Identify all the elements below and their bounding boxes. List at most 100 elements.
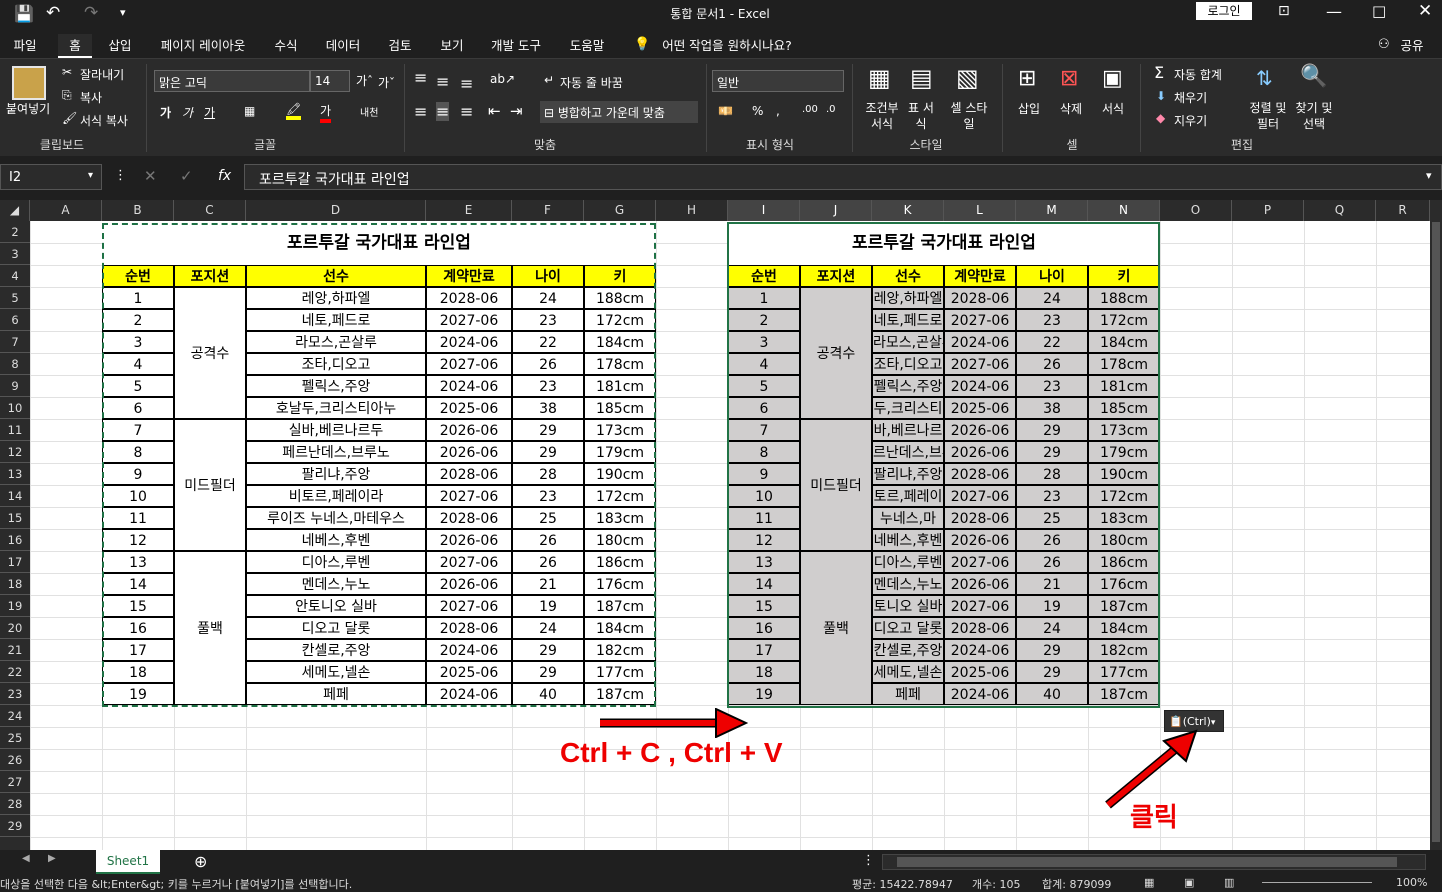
row-header[interactable]: 14 — [0, 485, 30, 507]
scroll-right-icon[interactable]: ▶ — [48, 853, 56, 864]
border-icon[interactable]: ▦ — [244, 104, 255, 118]
page-layout-view-icon[interactable]: ▣ — [1184, 876, 1194, 889]
bold-icon[interactable]: 가 — [160, 104, 171, 121]
align-center-icon[interactable]: ≡ — [436, 102, 450, 121]
row-header[interactable]: 29 — [0, 815, 30, 837]
sheet-tab[interactable]: Sheet1 — [96, 850, 160, 874]
find-select-button[interactable]: 찾기 및 선택 — [1290, 100, 1338, 132]
row-header[interactable]: 7 — [0, 331, 30, 353]
row-header[interactable]: 2 — [0, 221, 30, 243]
insert-function-icon[interactable]: fx — [218, 168, 231, 184]
row-header[interactable]: 11 — [0, 419, 30, 441]
conditional-format-button[interactable]: 조건부 서식 — [862, 100, 902, 132]
tab-developer[interactable]: 개발 도구 — [482, 34, 550, 58]
column-header[interactable]: F — [512, 200, 584, 221]
column-header[interactable]: O — [1160, 200, 1232, 221]
increase-indent-icon[interactable]: ⇥ — [510, 102, 523, 120]
tab-review[interactable]: 검토 — [380, 34, 420, 58]
tab-data[interactable]: 데이터 — [318, 34, 368, 58]
undo-icon[interactable]: ↶ — [46, 3, 60, 23]
wrap-text-button[interactable]: 자동 줄 바꿈 — [560, 74, 623, 91]
close-icon[interactable]: ✕ — [1418, 1, 1432, 21]
tell-me-search[interactable]: 어떤 작업을 원하시나요? — [652, 34, 802, 58]
login-button[interactable]: 로그인 — [1196, 2, 1252, 20]
delete-cells-button[interactable]: 삭제 — [1060, 100, 1082, 117]
decrease-font-icon[interactable]: 가ˇ — [378, 74, 395, 91]
align-right-icon[interactable]: ≡ — [460, 102, 473, 121]
enter-icon[interactable]: ✓ — [180, 167, 193, 185]
merge-center-button[interactable]: ⊟ 병합하고 가운데 맞춤 — [540, 101, 698, 123]
column-header[interactable]: R — [1376, 200, 1430, 221]
row-header[interactable]: 22 — [0, 661, 30, 683]
align-middle-icon[interactable]: ≡ — [436, 72, 449, 91]
increase-decimal-icon[interactable]: .00 — [802, 104, 818, 115]
tab-help[interactable]: 도움말 — [560, 34, 614, 58]
fill-button[interactable]: 채우기 — [1174, 89, 1207, 106]
row-header[interactable]: 18 — [0, 573, 30, 595]
font-name-select[interactable]: 맑은 고딕 — [154, 70, 310, 92]
tab-home[interactable]: 홈 — [58, 34, 92, 58]
column-header[interactable]: G — [584, 200, 656, 221]
row-header[interactable]: 27 — [0, 771, 30, 793]
column-header[interactable]: Q — [1304, 200, 1376, 221]
copy-button[interactable]: 복사 — [80, 89, 102, 106]
row-header[interactable]: 9 — [0, 375, 30, 397]
row-header[interactable]: 15 — [0, 507, 30, 529]
qat-customize-icon[interactable]: ▾ — [120, 6, 126, 19]
row-header[interactable]: 16 — [0, 529, 30, 551]
column-header[interactable]: I — [728, 200, 800, 221]
format-cells-button[interactable]: 서식 — [1102, 100, 1124, 117]
zoom-slider[interactable] — [1262, 882, 1372, 883]
ribbon-display-icon[interactable]: ⊡ — [1278, 3, 1290, 19]
row-header[interactable]: 24 — [0, 705, 30, 727]
sort-filter-button[interactable]: 정렬 및 필터 — [1246, 100, 1290, 132]
font-color-icon[interactable]: 가 — [320, 102, 332, 123]
column-header[interactable]: M — [1016, 200, 1088, 221]
cut-button[interactable]: 잘라내기 — [80, 66, 124, 83]
column-header[interactable]: P — [1232, 200, 1304, 221]
row-header[interactable]: 13 — [0, 463, 30, 485]
column-header[interactable]: L — [944, 200, 1016, 221]
select-all-corner[interactable]: ◢ — [0, 200, 30, 221]
tab-page-layout[interactable]: 페이지 레이아웃 — [150, 34, 256, 58]
align-left-icon[interactable]: ≡ — [414, 102, 427, 121]
number-format-select[interactable]: 일반 — [712, 70, 844, 92]
align-top-icon[interactable]: ≡ — [414, 68, 427, 87]
phonetic-icon[interactable]: 내천 — [360, 104, 378, 119]
increase-font-icon[interactable]: 가ˆ — [356, 72, 373, 89]
row-header[interactable]: 8 — [0, 353, 30, 375]
page-break-view-icon[interactable]: ▥ — [1224, 876, 1234, 889]
tab-insert[interactable]: 삽입 — [100, 34, 140, 58]
tab-view[interactable]: 보기 — [432, 34, 472, 58]
column-header[interactable]: J — [800, 200, 872, 221]
row-header[interactable]: 19 — [0, 595, 30, 617]
row-header[interactable]: 12 — [0, 441, 30, 463]
minimize-icon[interactable]: — — [1326, 2, 1342, 21]
decrease-indent-icon[interactable]: ⇤ — [488, 102, 501, 120]
align-bottom-icon[interactable]: ≡ — [460, 74, 473, 93]
column-header[interactable]: B — [102, 200, 174, 221]
row-header[interactable]: 26 — [0, 749, 30, 771]
paste-button[interactable]: 붙여넣기 — [6, 100, 50, 117]
decrease-decimal-icon[interactable]: .0 — [826, 104, 836, 115]
row-header[interactable]: 20 — [0, 617, 30, 639]
format-painter-button[interactable]: 서식 복사 — [80, 112, 128, 129]
comma-icon[interactable]: , — [776, 104, 780, 118]
maximize-icon[interactable]: □ — [1372, 2, 1386, 20]
tab-file[interactable]: 파일 — [0, 34, 50, 58]
cancel-icon[interactable]: ✕ — [144, 167, 157, 185]
column-header[interactable]: C — [174, 200, 246, 221]
autosum-button[interactable]: 자동 합계 — [1174, 66, 1222, 83]
horizontal-scroll-thumb[interactable] — [897, 857, 1397, 867]
row-header[interactable]: 3 — [0, 243, 30, 265]
scroll-left-icon[interactable]: ◀ — [22, 853, 30, 864]
vertical-scroll-thumb[interactable] — [1432, 222, 1440, 842]
redo-icon[interactable]: ↷ — [84, 3, 98, 23]
table-format-button[interactable]: 표 서식 — [904, 100, 938, 132]
worksheet-grid[interactable]: 포르투갈 국가대표 라인업 순번 포지션 선수 계약만료 나이 키 1 레앙,하파엘 2028-0… — [30, 221, 1430, 850]
name-box-dropdown-icon[interactable]: ▾ — [88, 170, 93, 181]
font-size-select[interactable]: 14 — [310, 70, 350, 92]
formula-input[interactable]: 포르투갈 국가대표 라인업 — [244, 164, 1442, 190]
row-header[interactable]: 10 — [0, 397, 30, 419]
tab-formulas[interactable]: 수식 — [266, 34, 306, 58]
